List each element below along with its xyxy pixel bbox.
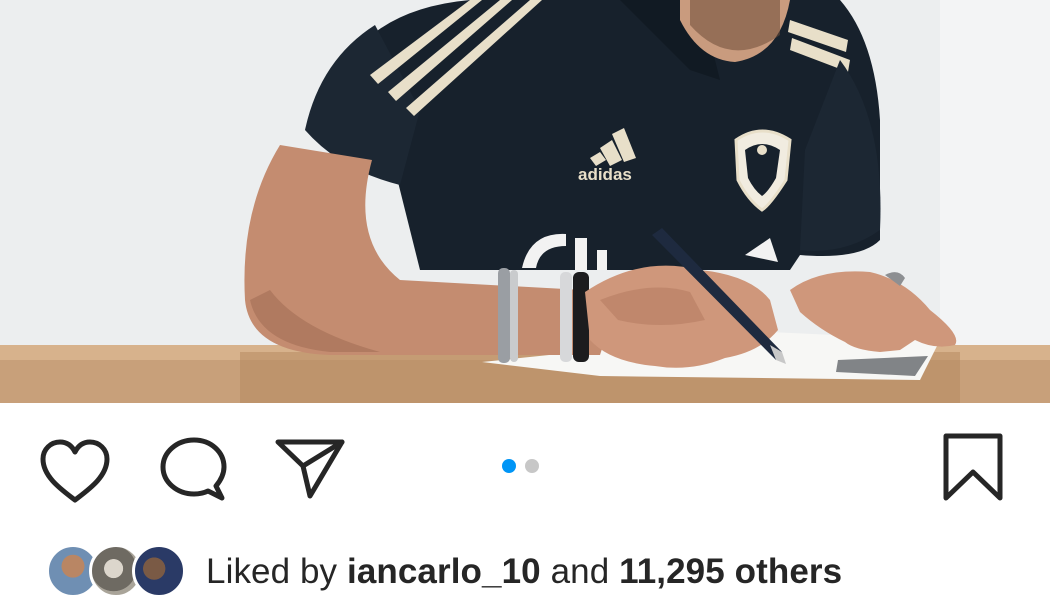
- comment-icon[interactable]: [158, 436, 228, 502]
- heart-icon[interactable]: [38, 438, 112, 504]
- liker-username-link[interactable]: iancarlo_10: [347, 552, 541, 591]
- carousel-dot-1[interactable]: [502, 459, 516, 473]
- post-photo-illustration: adidas: [0, 0, 1050, 403]
- share-icon[interactable]: [272, 436, 346, 500]
- post-photo[interactable]: adidas: [0, 0, 1050, 403]
- carousel-dot-2[interactable]: [525, 459, 539, 473]
- likes-others-link[interactable]: 11,295 others: [619, 552, 842, 591]
- liker-avatars[interactable]: [46, 544, 186, 598]
- likes-summary: Liked by iancarlo_10 and 11,295 others: [206, 548, 842, 596]
- likes-conjunction: and: [550, 552, 610, 591]
- avatar: [132, 544, 186, 598]
- carousel-indicator: [502, 459, 539, 473]
- shirt-logo-text: adidas: [578, 165, 632, 184]
- likes-prefix: Liked by: [206, 552, 338, 591]
- bookmark-icon[interactable]: [940, 432, 1006, 504]
